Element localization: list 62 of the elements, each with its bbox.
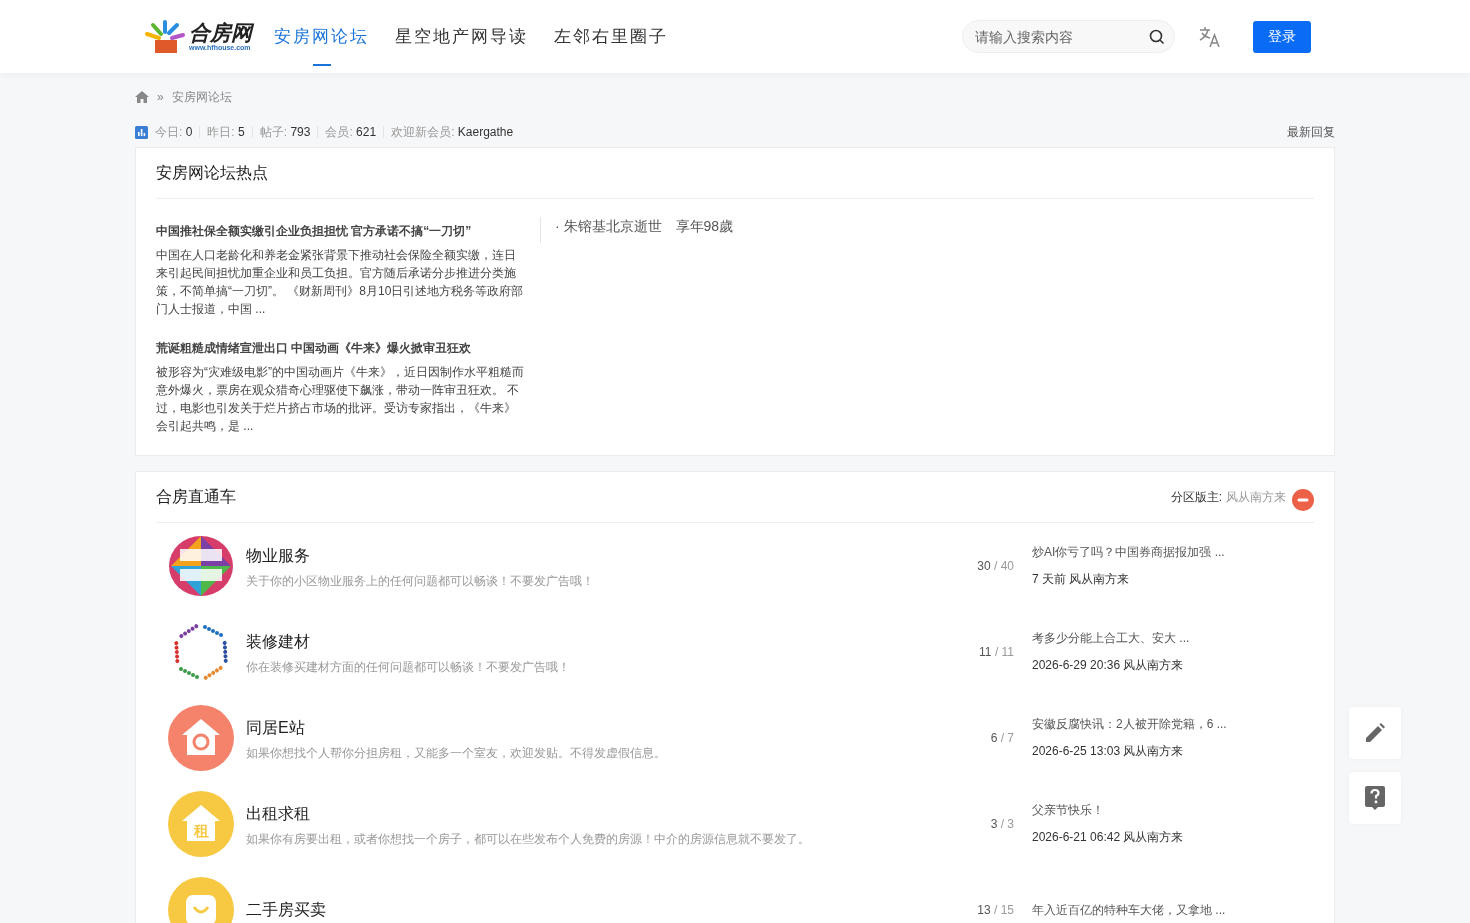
last-post-meta: 2026-6-25 13:03 风从南方来 (1032, 743, 1185, 760)
post-count: / 3 (1000, 817, 1014, 831)
forum-description: 如果你想找个人帮你分担房租，又能多一个室友，欢迎发贴。不得发虚假信息。 (246, 745, 667, 762)
new-post-button[interactable] (1349, 707, 1401, 759)
thread-count: 13 (977, 903, 991, 917)
thread-count: 30 (977, 559, 991, 573)
forum-title[interactable]: 物业服务 (246, 541, 924, 571)
stat-text: 会员: 621 (317, 126, 384, 138)
last-post-meta: 7 天前 风从南方来 (1032, 571, 1131, 588)
section-title: 安房网论坛热点 (156, 148, 1314, 199)
thread-count: 11 (979, 645, 992, 659)
news-link[interactable]: · 朱镕基北京逝世 享年98歲 (555, 218, 734, 234)
forum-description: 如果你有房要出租，或者你想找一个房子，都可以在些发布个人免费的房源！中介的房源信息就不要发了。 (246, 831, 811, 848)
search-field[interactable]: 请输入搜索内容 (962, 20, 1175, 53)
house-icon[interactable] (168, 705, 234, 771)
translate-icon[interactable] (1199, 25, 1221, 48)
last-post-link[interactable]: 炒AI你亏了吗？中国券商据报加强 ... (1032, 544, 1314, 561)
latest-replies-link[interactable]: 最新回复 (1287, 123, 1335, 141)
article-summary: 中国在人口老龄化和养老金紧张背景下推动社会保险全额实缴，连日来引起民间担忧加重企业和员工负担。官方随后承诺分步推进分类施策，不简单搞“一刀切”。 《财新周刊》8月10日引述地方税务等政府部门人士报道，中国 ... (156, 247, 525, 318)
stat-text: 欢迎新会员: Kaergathe (383, 126, 521, 138)
last-post-meta: 2026-6-21 06:42 风从南方来 (1032, 829, 1185, 846)
logo-text: 合房网 (189, 22, 252, 44)
nav-tab[interactable]: 星空地产网导读 (395, 0, 528, 73)
article-title[interactable]: 中国推社保全额实缴引企业负担担忧 官方承诺不搞“一刀切” (156, 216, 526, 246)
chart-icon (135, 125, 148, 139)
post-count: / 40 (994, 559, 1014, 573)
stat-text: 帖子: 793 (251, 126, 318, 138)
last-post-link[interactable]: 安徽反腐快讯：2人被开除党籍，6 ... (1032, 716, 1314, 733)
forum-description: 你在装修买建材方面的任何问题都可以畅谈！不要发广告哦！ (246, 659, 571, 676)
article-title[interactable]: 荒诞粗糙成情绪宣泄出口 中国动画《牛来》爆火掀审丑狂欢 (156, 333, 526, 363)
logo-icon (143, 19, 187, 54)
mosaic-icon[interactable] (168, 533, 234, 599)
stat-text: 昨日: 5 (199, 126, 252, 138)
section-title: 合房直通车 (156, 487, 236, 507)
help-icon (1364, 786, 1386, 810)
nav-tab[interactable]: 左邻右里圈子 (554, 0, 668, 73)
thread-count: 3 (990, 817, 998, 831)
search-icon[interactable] (1149, 29, 1165, 45)
post-count: / 15 (994, 903, 1014, 917)
forum-description: 关于你的小区物业服务上的任何问题都可以畅谈！不要发广告哦！ (246, 573, 595, 590)
thread-count: 6 (990, 731, 998, 745)
article-summary: 被形容为“灾难级电影”的中国动画片《牛来》，近日因制作水平粗糙而意外爆火，票房在观众猎奇心理驱使下飙涨，带动一阵审丑狂欢。 不过，电影也引发关于烂片挤占市场的批评。受访专家指出，《牛来》会引起共鸣，是 ... (156, 364, 525, 435)
forum-title[interactable]: 二手房买卖 (246, 895, 924, 923)
pencil-icon (1364, 722, 1386, 744)
nav-tab[interactable]: 安房网论坛 (274, 0, 369, 73)
last-post-meta: 2026-6-29 20:36 风从南方来 (1032, 657, 1185, 674)
moderator-label: 分区版主: (1170, 488, 1222, 506)
forum-title[interactable]: 出租求租 (246, 799, 924, 829)
last-post-link[interactable]: 父亲节快乐！ (1032, 802, 1314, 819)
forum-title[interactable]: 装修建材 (246, 627, 924, 657)
forum-title[interactable]: 同居E站 (246, 713, 924, 743)
stat-text: 今日: 0 (155, 126, 194, 138)
post-count: / 7 (1000, 731, 1014, 745)
breadcrumb-link[interactable]: 安房网论坛 (171, 88, 232, 106)
post-count: / 11 (994, 645, 1014, 659)
help-button[interactable] (1349, 772, 1401, 824)
collapse-icon[interactable] (1292, 488, 1314, 511)
last-post-link[interactable]: 年入近百亿的特种车大佬，又拿地 ... (1032, 901, 1314, 919)
home-icon[interactable] (135, 91, 149, 103)
breadcrumb-separator: » (157, 90, 164, 104)
login-button[interactable]: 登录 (1253, 20, 1311, 53)
last-post-link[interactable]: 考多少分能上合工大、安大 ... (1032, 630, 1314, 647)
